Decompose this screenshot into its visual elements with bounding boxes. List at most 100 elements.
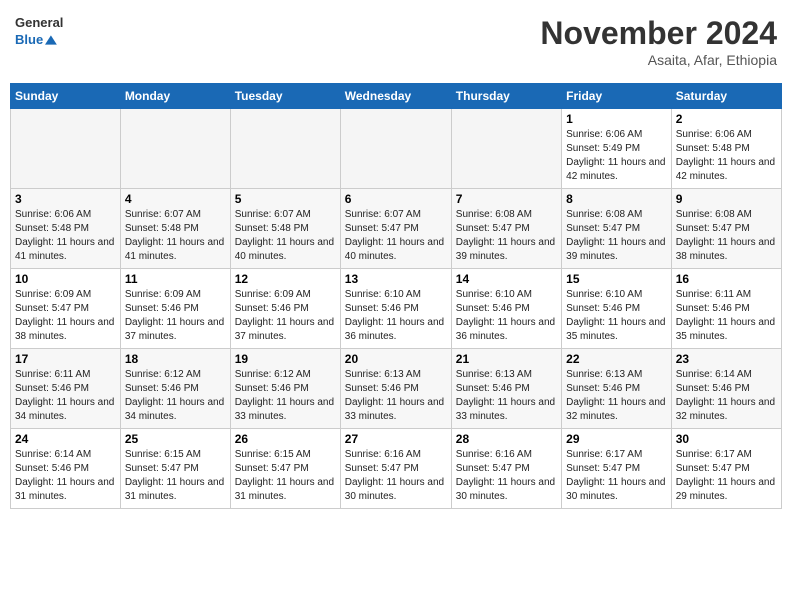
cell-week2-day7: 9 Sunrise: 6:08 AMSunset: 5:47 PMDaylight… bbox=[671, 189, 781, 269]
page-header: General Blue November 2024 Asaita, Afar,… bbox=[10, 10, 782, 73]
cell-week3-day2: 11Sunrise: 6:09 AMSunset: 5:46 PMDayligh… bbox=[120, 269, 230, 349]
calendar-table: Sunday Monday Tuesday Wednesday Thursday… bbox=[10, 83, 782, 509]
cell-week1-day2 bbox=[120, 109, 230, 189]
month-title: November 2024 bbox=[540, 15, 777, 52]
cell-week4-day5: 21 Sunrise: 6:13 AMSunset: 5:46 PMDayligh… bbox=[451, 349, 561, 429]
day-number: 2 bbox=[676, 112, 777, 126]
cell-week3-day5: 14 Sunrise: 6:10 AMSunset: 5:46 PMDayligh… bbox=[451, 269, 561, 349]
cell-week2-day3: 5 Sunrise: 6:07 AMSunset: 5:48 PMDaylight… bbox=[230, 189, 340, 269]
day-number: 26 bbox=[235, 432, 336, 446]
cell-week2-day1: 3Sunrise: 6:06 AMSunset: 5:48 PMDaylight… bbox=[11, 189, 121, 269]
day-number: 19 bbox=[235, 352, 336, 366]
day-number: 10 bbox=[15, 272, 116, 286]
cell-week4-day6: 22 Sunrise: 6:13 AMSunset: 5:46 PMDayligh… bbox=[562, 349, 672, 429]
cell-week2-day2: 4Sunrise: 6:07 AMSunset: 5:48 PMDaylight… bbox=[120, 189, 230, 269]
day-number: 23 bbox=[676, 352, 777, 366]
day-info: Sunrise: 6:07 AMSunset: 5:48 PMDaylight:… bbox=[125, 208, 226, 264]
title-block: November 2024 Asaita, Afar, Ethiopia bbox=[540, 15, 777, 68]
cell-week5-day4: 27Sunrise: 6:16 AMSunset: 5:47 PMDayligh… bbox=[340, 429, 451, 509]
cell-week5-day7: 30Sunrise: 6:17 AMSunset: 5:47 PMDayligh… bbox=[671, 429, 781, 509]
cell-week5-day2: 25 Sunrise: 6:15 AMSunset: 5:47 PMDayligh… bbox=[120, 429, 230, 509]
day-info: Sunrise: 6:14 AMSunset: 5:46 PMDaylight:… bbox=[15, 448, 116, 504]
cell-week4-day4: 20 Sunrise: 6:13 AMSunset: 5:46 PMDayligh… bbox=[340, 349, 451, 429]
day-number: 9 bbox=[676, 192, 777, 206]
day-number: 8 bbox=[566, 192, 667, 206]
header-friday: Friday bbox=[562, 84, 672, 109]
cell-week4-day3: 19Sunrise: 6:12 AMSunset: 5:46 PMDayligh… bbox=[230, 349, 340, 429]
day-number: 15 bbox=[566, 272, 667, 286]
day-info: Sunrise: 6:16 AMSunset: 5:47 PMDaylight:… bbox=[345, 448, 447, 504]
day-info: Sunrise: 6:13 AMSunset: 5:46 PMDaylight:… bbox=[566, 368, 667, 424]
cell-week3-day6: 15 Sunrise: 6:10 AMSunset: 5:46 PMDayligh… bbox=[562, 269, 672, 349]
cell-week2-day4: 6 Sunrise: 6:07 AMSunset: 5:47 PMDaylight… bbox=[340, 189, 451, 269]
header-thursday: Thursday bbox=[451, 84, 561, 109]
day-number: 18 bbox=[125, 352, 226, 366]
day-info: Sunrise: 6:10 AMSunset: 5:46 PMDaylight:… bbox=[566, 288, 667, 344]
day-number: 28 bbox=[456, 432, 557, 446]
day-info: Sunrise: 6:08 AMSunset: 5:47 PMDaylight:… bbox=[676, 208, 777, 264]
logo: General Blue bbox=[15, 15, 57, 51]
cell-week1-day7: 2 Sunrise: 6:06 AMSunset: 5:48 PMDaylight… bbox=[671, 109, 781, 189]
day-number: 24 bbox=[15, 432, 116, 446]
cell-week1-day4 bbox=[340, 109, 451, 189]
week-row-4: 17 Sunrise: 6:11 AMSunset: 5:46 PMDayligh… bbox=[11, 349, 782, 429]
day-number: 30 bbox=[676, 432, 777, 446]
day-info: Sunrise: 6:09 AMSunset: 5:46 PMDaylight:… bbox=[235, 288, 336, 344]
week-row-1: 1Sunrise: 6:06 AMSunset: 5:49 PMDaylight… bbox=[11, 109, 782, 189]
week-row-5: 24 Sunrise: 6:14 AMSunset: 5:46 PMDayligh… bbox=[11, 429, 782, 509]
header-monday: Monday bbox=[120, 84, 230, 109]
day-number: 7 bbox=[456, 192, 557, 206]
day-info: Sunrise: 6:11 AMSunset: 5:46 PMDaylight:… bbox=[15, 368, 116, 424]
calendar-body: 1Sunrise: 6:06 AMSunset: 5:49 PMDaylight… bbox=[11, 109, 782, 509]
cell-week5-day1: 24 Sunrise: 6:14 AMSunset: 5:46 PMDayligh… bbox=[11, 429, 121, 509]
cell-week3-day3: 12Sunrise: 6:09 AMSunset: 5:46 PMDayligh… bbox=[230, 269, 340, 349]
day-number: 5 bbox=[235, 192, 336, 206]
day-info: Sunrise: 6:09 AMSunset: 5:47 PMDaylight:… bbox=[15, 288, 116, 344]
day-number: 29 bbox=[566, 432, 667, 446]
day-info: Sunrise: 6:14 AMSunset: 5:46 PMDaylight:… bbox=[676, 368, 777, 424]
day-info: Sunrise: 6:06 AMSunset: 5:49 PMDaylight:… bbox=[566, 128, 667, 184]
cell-week1-day5 bbox=[451, 109, 561, 189]
day-info: Sunrise: 6:06 AMSunset: 5:48 PMDaylight:… bbox=[676, 128, 777, 184]
day-number: 14 bbox=[456, 272, 557, 286]
day-number: 25 bbox=[125, 432, 226, 446]
day-info: Sunrise: 6:12 AMSunset: 5:46 PMDaylight:… bbox=[125, 368, 226, 424]
location-subtitle: Asaita, Afar, Ethiopia bbox=[540, 52, 777, 68]
header-row: Sunday Monday Tuesday Wednesday Thursday… bbox=[11, 84, 782, 109]
day-info: Sunrise: 6:11 AMSunset: 5:46 PMDaylight:… bbox=[676, 288, 777, 344]
cell-week5-day5: 28 Sunrise: 6:16 AMSunset: 5:47 PMDayligh… bbox=[451, 429, 561, 509]
day-info: Sunrise: 6:07 AMSunset: 5:47 PMDaylight:… bbox=[345, 208, 447, 264]
day-info: Sunrise: 6:13 AMSunset: 5:46 PMDaylight:… bbox=[345, 368, 447, 424]
day-info: Sunrise: 6:16 AMSunset: 5:47 PMDaylight:… bbox=[456, 448, 557, 504]
week-row-3: 10 Sunrise: 6:09 AMSunset: 5:47 PMDayligh… bbox=[11, 269, 782, 349]
header-tuesday: Tuesday bbox=[230, 84, 340, 109]
cell-week5-day3: 26Sunrise: 6:15 AMSunset: 5:47 PMDayligh… bbox=[230, 429, 340, 509]
day-info: Sunrise: 6:07 AMSunset: 5:48 PMDaylight:… bbox=[235, 208, 336, 264]
day-info: Sunrise: 6:08 AMSunset: 5:47 PMDaylight:… bbox=[566, 208, 667, 264]
cell-week1-day1 bbox=[11, 109, 121, 189]
day-number: 21 bbox=[456, 352, 557, 366]
cell-week3-day7: 16 Sunrise: 6:11 AMSunset: 5:46 PMDayligh… bbox=[671, 269, 781, 349]
cell-week3-day1: 10 Sunrise: 6:09 AMSunset: 5:47 PMDayligh… bbox=[11, 269, 121, 349]
header-sunday: Sunday bbox=[11, 84, 121, 109]
day-info: Sunrise: 6:10 AMSunset: 5:46 PMDaylight:… bbox=[345, 288, 447, 344]
week-row-2: 3Sunrise: 6:06 AMSunset: 5:48 PMDaylight… bbox=[11, 189, 782, 269]
cell-week4-day7: 23 Sunrise: 6:14 AMSunset: 5:46 PMDayligh… bbox=[671, 349, 781, 429]
day-info: Sunrise: 6:10 AMSunset: 5:46 PMDaylight:… bbox=[456, 288, 557, 344]
day-info: Sunrise: 6:17 AMSunset: 5:47 PMDaylight:… bbox=[566, 448, 667, 504]
day-number: 6 bbox=[345, 192, 447, 206]
day-number: 22 bbox=[566, 352, 667, 366]
day-info: Sunrise: 6:08 AMSunset: 5:47 PMDaylight:… bbox=[456, 208, 557, 264]
header-wednesday: Wednesday bbox=[340, 84, 451, 109]
cell-week4-day2: 18 Sunrise: 6:12 AMSunset: 5:46 PMDayligh… bbox=[120, 349, 230, 429]
day-number: 16 bbox=[676, 272, 777, 286]
day-number: 17 bbox=[15, 352, 116, 366]
day-info: Sunrise: 6:13 AMSunset: 5:46 PMDaylight:… bbox=[456, 368, 557, 424]
cell-week1-day3 bbox=[230, 109, 340, 189]
day-number: 13 bbox=[345, 272, 447, 286]
day-number: 20 bbox=[345, 352, 447, 366]
day-info: Sunrise: 6:06 AMSunset: 5:48 PMDaylight:… bbox=[15, 208, 116, 264]
day-info: Sunrise: 6:15 AMSunset: 5:47 PMDaylight:… bbox=[125, 448, 226, 504]
cell-week1-day6: 1Sunrise: 6:06 AMSunset: 5:49 PMDaylight… bbox=[562, 109, 672, 189]
cell-week3-day4: 13 Sunrise: 6:10 AMSunset: 5:46 PMDayligh… bbox=[340, 269, 451, 349]
